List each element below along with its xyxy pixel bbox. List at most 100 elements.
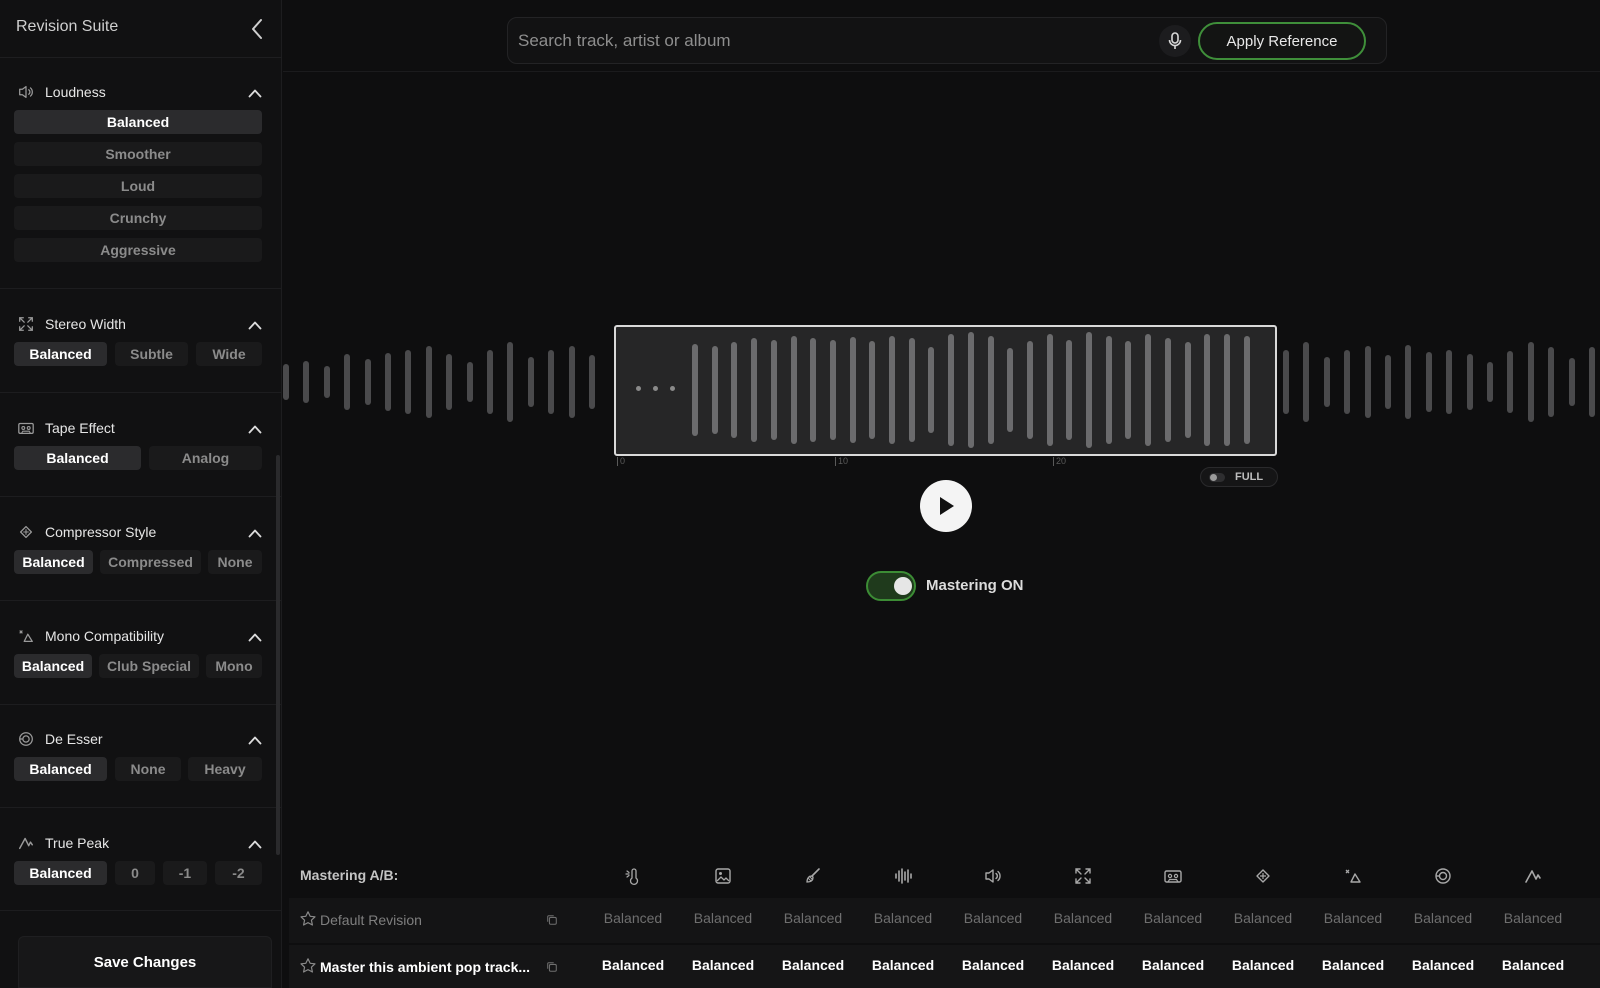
ab-row[interactable]: Default Revision Balanced Balanced Balanced… (289, 898, 1600, 943)
ab-cell: Balanced (601, 957, 665, 973)
option-de-esser[interactable]: Heavy (188, 757, 262, 781)
collapse-section-button[interactable] (248, 421, 264, 435)
option-stereo-width[interactable]: Wide (196, 342, 262, 366)
app-root: Revision Suite Loudness Balanced Smoother L… (0, 0, 1600, 988)
option-true-peak[interactable]: 0 (115, 861, 155, 885)
ab-column-header[interactable] (893, 866, 913, 886)
option-stereo-width[interactable]: Balanced (14, 342, 107, 366)
waveform-bar (283, 364, 289, 400)
save-changes-button[interactable]: Save Changes (18, 936, 272, 988)
ab-column-header[interactable] (1433, 866, 1453, 886)
section-header-compressor-style[interactable]: Compressor Style (0, 520, 282, 544)
option-compressor-style[interactable]: Balanced (14, 550, 93, 574)
sidebar-scrollbar[interactable] (276, 455, 280, 855)
option-stereo-width[interactable]: Subtle (115, 342, 188, 366)
waveform-bar (1145, 334, 1152, 446)
option-mono-compatibility[interactable]: Balanced (14, 654, 92, 678)
option-de-esser[interactable]: None (115, 757, 181, 781)
collapse-section-button[interactable] (248, 317, 264, 331)
ab-cell: Balanced (961, 957, 1025, 973)
option-compressor-style[interactable]: None (208, 550, 262, 574)
option-de-esser[interactable]: Balanced (14, 757, 107, 781)
cassette-icon (18, 422, 34, 435)
collapse-section-button[interactable] (248, 732, 264, 746)
option-loudness[interactable]: Crunchy (14, 206, 262, 230)
section-header-mono-compatibility[interactable]: Mono Compatibility (0, 624, 282, 648)
search-input[interactable] (518, 26, 1158, 56)
option-true-peak[interactable]: Balanced (14, 861, 107, 885)
option-compressor-style[interactable]: Compressed (100, 550, 201, 574)
waveform-bar (869, 341, 876, 439)
full-view-toggle[interactable]: FULL (1200, 467, 1278, 487)
option-tape-effect[interactable]: Balanced (14, 446, 141, 470)
ab-column-header[interactable] (803, 866, 823, 886)
waveform-bar (790, 336, 797, 444)
ab-cell: Balanced (1233, 910, 1293, 926)
section-divider (0, 807, 282, 808)
ab-title: Mastering A/B: (300, 867, 399, 883)
copy-revision-button[interactable] (546, 960, 560, 974)
mastering-toggle[interactable] (866, 571, 916, 601)
waveform-bar (908, 338, 915, 442)
ab-cell: Balanced (1053, 910, 1113, 926)
ab-row[interactable]: Master this ambient pop track... Balanced… (289, 945, 1600, 988)
option-true-peak[interactable]: -1 (163, 861, 207, 885)
chevron-up-icon (248, 425, 262, 434)
search-bar: Apply Reference (507, 17, 1387, 64)
section-header-loudness[interactable]: Loudness (0, 80, 282, 104)
option-tape-effect[interactable]: Analog (149, 446, 262, 470)
ab-column-header[interactable] (623, 866, 643, 886)
waveform-bar (810, 338, 817, 442)
option-mono-compatibility[interactable]: Club Special (99, 654, 199, 678)
waveform-bar (1385, 355, 1391, 409)
collapse-section-button[interactable] (248, 525, 264, 539)
option-loudness[interactable]: Aggressive (14, 238, 262, 262)
option-loudness[interactable]: Smoother (14, 142, 262, 166)
collapse-section-button[interactable] (248, 629, 264, 643)
waveform-bar (589, 355, 595, 409)
collapse-sidebar-button[interactable] (250, 18, 270, 40)
section-icon (17, 315, 35, 333)
ab-column-header[interactable] (1253, 866, 1273, 886)
ab-column-header[interactable] (1343, 866, 1363, 886)
waveform-bar (303, 361, 310, 403)
option-loudness[interactable]: Balanced (14, 110, 262, 134)
section-title: Tape Effect (45, 420, 115, 436)
waveform-bar (1046, 334, 1053, 446)
section-header-tape-effect[interactable]: Tape Effect (0, 416, 282, 440)
waveform-bar (928, 347, 935, 433)
waveform-bar (1303, 342, 1310, 422)
waveform-selection[interactable] (614, 325, 1277, 456)
mono-icon (19, 630, 33, 643)
collapse-section-button[interactable] (248, 85, 264, 99)
favorite-button[interactable] (299, 910, 319, 930)
option-mono-compatibility[interactable]: Mono (206, 654, 262, 678)
microphone-button[interactable] (1159, 25, 1191, 57)
option-true-peak[interactable]: -2 (215, 861, 262, 885)
ab-column-header[interactable] (1163, 866, 1183, 886)
section-header-stereo-width[interactable]: Stereo Width (0, 312, 282, 336)
apply-reference-button[interactable]: Apply Reference (1198, 22, 1366, 60)
sidebar-header: Revision Suite (0, 0, 282, 58)
ab-column-header[interactable] (713, 866, 733, 886)
ab-column-header[interactable] (1073, 866, 1093, 886)
copy-revision-button[interactable] (546, 913, 560, 927)
waveform-bar (1283, 350, 1289, 414)
expand-icon (1075, 868, 1091, 884)
section-header-true-peak[interactable]: True Peak (0, 831, 282, 855)
section-divider (0, 910, 282, 911)
compress-icon (19, 525, 33, 539)
waveform-bar (751, 338, 758, 442)
collapse-section-button[interactable] (248, 836, 264, 850)
expand-icon (19, 317, 33, 331)
ab-cell: Balanced (871, 957, 935, 973)
ab-column-header[interactable] (983, 866, 1003, 886)
play-button[interactable] (920, 480, 972, 532)
favorite-button[interactable] (299, 957, 319, 977)
ab-column-header[interactable] (1523, 866, 1543, 886)
section-header-de-esser[interactable]: De Esser (0, 727, 282, 751)
chevron-up-icon (248, 89, 262, 98)
option-loudness[interactable]: Loud (14, 174, 262, 198)
speaker-icon (19, 85, 33, 99)
play-icon (940, 497, 954, 515)
